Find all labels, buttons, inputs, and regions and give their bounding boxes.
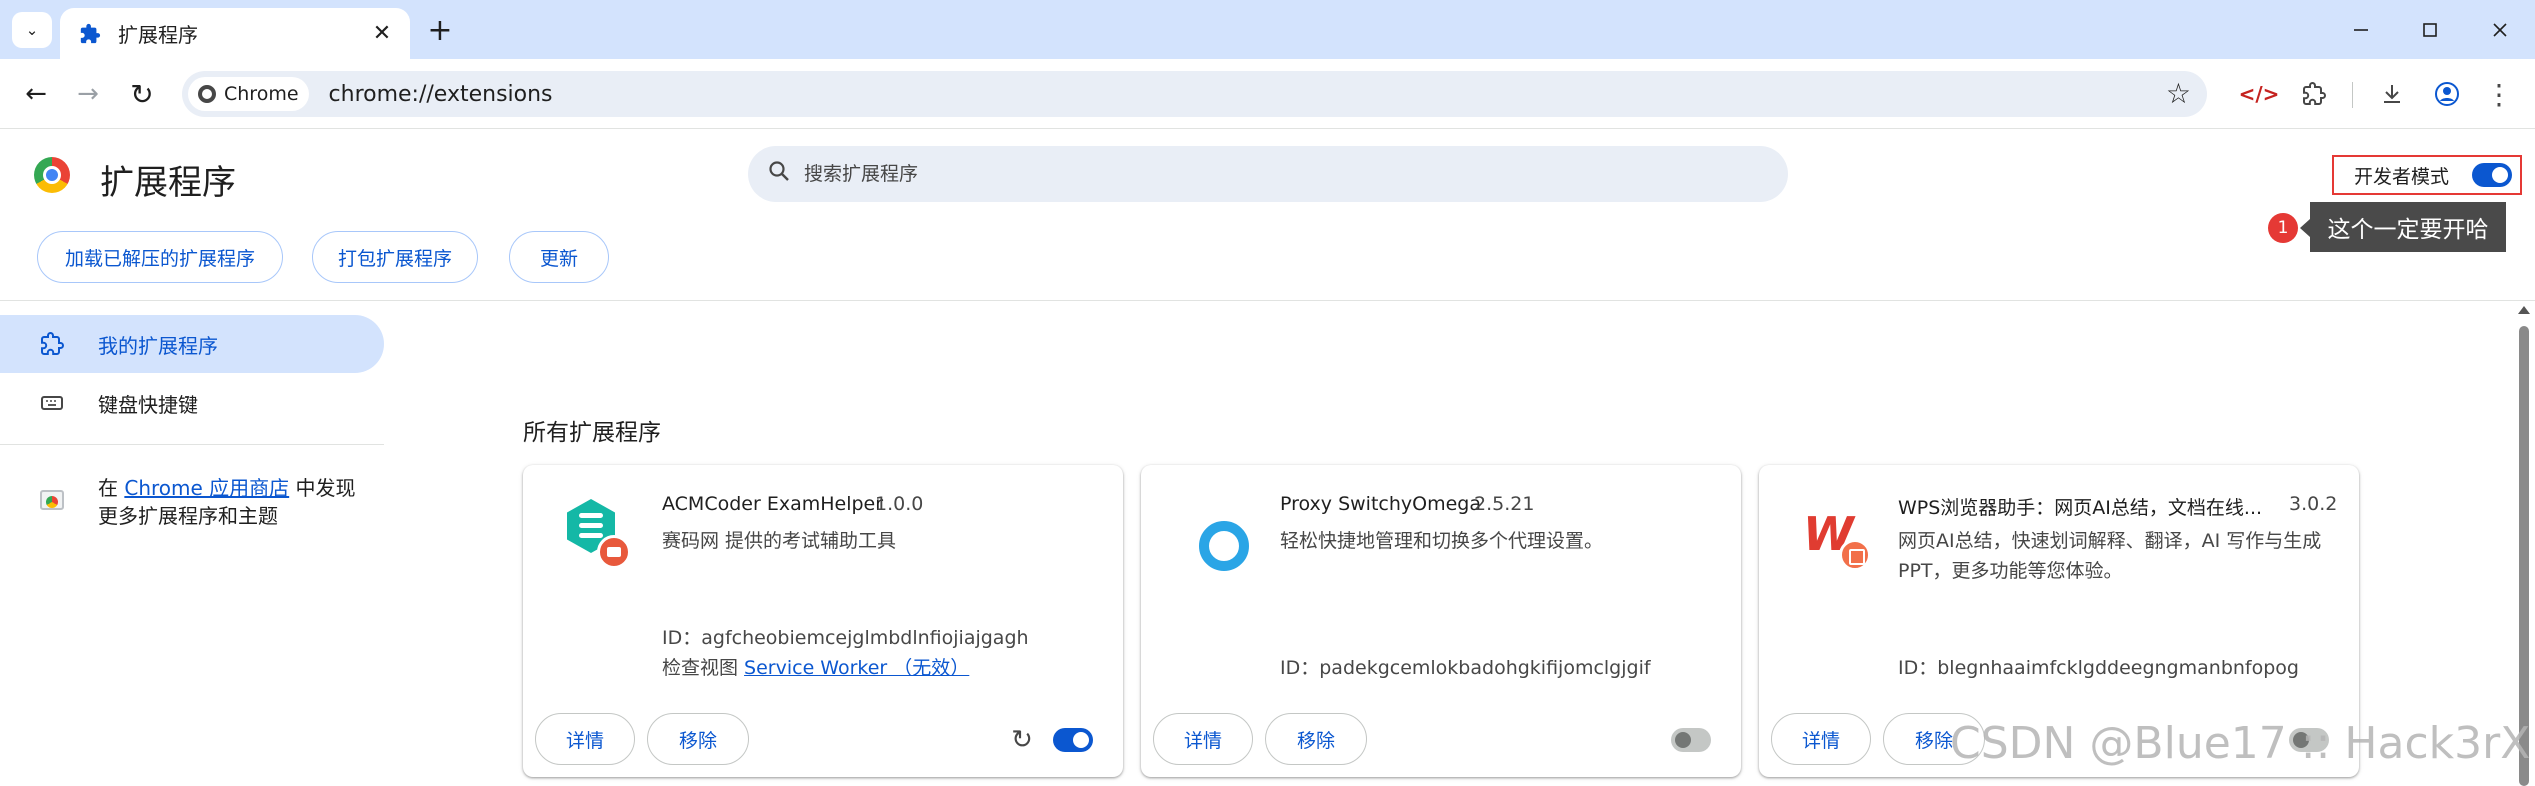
sidebar-item-my-extensions[interactable]: 我的扩展程序 [0, 315, 384, 373]
menu-icon[interactable]: ⋮ [2480, 75, 2518, 113]
developer-mode-label: 开发者模式 [2354, 165, 2450, 188]
inspect-views: 检查视图 Service Worker （无效） [662, 653, 969, 680]
url-text[interactable]: chrome://extensions [329, 82, 553, 107]
site-info-chip[interactable]: Chrome [188, 77, 309, 111]
toolbar-divider [2352, 82, 2353, 108]
window-close-button[interactable] [2475, 12, 2525, 48]
annotation-number-badge: 1 [2268, 213, 2298, 243]
sidebar-item-label: 键盘快捷键 [98, 392, 198, 417]
extension-id: ID：blegnhaaimfcklgddeegngmanbnfopog [1898, 657, 2299, 679]
tab-title: 扩展程序 [118, 23, 198, 47]
extension-version: 1.0.0 [875, 493, 924, 515]
bookmark-star-icon[interactable]: ☆ [2166, 77, 2191, 110]
extension-version: 3.0.2 [2289, 493, 2338, 515]
page-scrollbar[interactable] [2514, 302, 2535, 786]
keyboard-icon [38, 389, 66, 417]
extension-enable-toggle[interactable] [1053, 728, 1093, 752]
profile-icon[interactable] [2428, 75, 2466, 113]
reload-button[interactable]: ↻ [124, 76, 160, 112]
store-prefix: 在 [98, 476, 125, 500]
page-header: 扩展程序 开发者模式 1 这个一定要开哈 加载已解压的扩展程序 打包扩展程序 更… [0, 129, 2535, 301]
download-icon[interactable] [2373, 75, 2411, 113]
extension-icon [38, 330, 66, 358]
extension-version: 2.5.21 [1474, 493, 1535, 515]
update-button[interactable]: 更新 [509, 231, 609, 283]
scroll-thumb[interactable] [2519, 326, 2529, 786]
switchyomega-icon [1177, 499, 1249, 571]
devtools-icon[interactable]: </> [2239, 75, 2280, 113]
toggle-knob [1073, 732, 1089, 748]
new-tab-button[interactable]: + [422, 12, 458, 48]
forward-button[interactable]: → [70, 76, 106, 112]
annotation-tooltip: 这个一定要开哈 [2310, 202, 2506, 252]
wps-icon: W [1795, 499, 1871, 571]
sidebar-divider [0, 444, 384, 445]
toggle-knob [2492, 167, 2508, 183]
extension-card: Proxy SwitchyOmega 2.5.21 轻松快捷地管理和切换多个代理… [1141, 465, 1741, 777]
tab-extensions[interactable]: 扩展程序 ✕ [60, 8, 410, 59]
extension-card: W WPS浏览器助手：网页AI总结，文档在线... 3.0.2 网页AI总结，快… [1759, 465, 2359, 777]
developer-mode-control: 开发者模式 [2332, 155, 2522, 195]
extension-description: 网页AI总结，快速划词解释、翻译，AI 写作与生成PPT，更多功能等您体验。 [1898, 530, 2322, 582]
browser-toolbar: ← → ↻ Chrome chrome://extensions ☆ </> ⋮ [0, 59, 2535, 129]
maximize-button[interactable] [2405, 12, 2455, 48]
inspect-label: 检查视图 [662, 657, 745, 679]
extensions-icon[interactable] [2295, 75, 2333, 113]
puzzle-icon [78, 22, 102, 46]
web-store-link[interactable]: Chrome 应用商店 [124, 476, 289, 500]
close-icon[interactable]: ✕ [368, 20, 396, 48]
extension-card: ACMCoder ExamHelper 1.0.0 赛码网 提供的考试辅助工具 … [523, 465, 1123, 777]
search-box[interactable] [748, 146, 1788, 202]
sidebar: 我的扩展程序 键盘快捷键 在 Chrome 应用商店 中发现更多扩展程序和主题 [0, 302, 390, 786]
tab-strip: ⌄ 扩展程序 ✕ + [0, 0, 2535, 59]
extension-id: ID：padekgcemlokbadohgkifijomclgjgif [1280, 657, 1651, 679]
details-button[interactable]: 详情 [1771, 713, 1871, 765]
site-chip-label: Chrome [224, 83, 299, 105]
back-button[interactable]: ← [18, 76, 54, 112]
web-store-promo: 在 Chrome 应用商店 中发现更多扩展程序和主题 [98, 474, 358, 530]
extension-description: 轻松快捷地管理和切换多个代理设置。 [1280, 530, 1604, 552]
extension-description: 赛码网 提供的考试辅助工具 [662, 530, 897, 552]
reload-icon[interactable]: ↻ [1007, 725, 1037, 755]
minimize-button[interactable] [2336, 12, 2386, 48]
extension-name: ACMCoder ExamHelper [662, 493, 884, 515]
details-button[interactable]: 详情 [535, 713, 635, 765]
service-worker-link[interactable]: Service Worker （无效） [744, 657, 969, 679]
toggle-knob [1675, 732, 1691, 748]
search-icon [768, 160, 790, 188]
chrome-logo-icon [34, 157, 70, 193]
extension-id: ID：agfcheobiemcejglmbdlnfiojiajgagh [662, 627, 1029, 649]
address-bar[interactable]: Chrome chrome://extensions ☆ [182, 71, 2207, 117]
remove-button[interactable]: 移除 [1265, 713, 1367, 765]
extension-enable-toggle[interactable] [1671, 728, 1711, 752]
tab-search-button[interactable]: ⌄ [12, 12, 52, 48]
section-title: 所有扩展程序 [523, 420, 661, 446]
developer-mode-toggle[interactable] [2472, 163, 2512, 187]
page-title: 扩展程序 [100, 163, 236, 203]
remove-button[interactable]: 移除 [1883, 713, 1985, 765]
sidebar-item-keyboard-shortcuts[interactable]: 键盘快捷键 [0, 374, 384, 432]
extension-name: Proxy SwitchyOmega [1280, 493, 1482, 515]
remove-button[interactable]: 移除 [647, 713, 749, 765]
pack-extension-button[interactable]: 打包扩展程序 [312, 231, 478, 283]
extension-enable-toggle[interactable] [2289, 728, 2329, 752]
chevron-down-icon: ⌄ [25, 21, 39, 39]
scroll-up-arrow-icon[interactable] [2518, 306, 2530, 314]
sidebar-item-label: 我的扩展程序 [98, 333, 218, 358]
load-unpacked-button[interactable]: 加载已解压的扩展程序 [37, 231, 283, 283]
annotation-arrow [2300, 219, 2310, 237]
extension-name: WPS浏览器助手：网页AI总结，文档在线... [1898, 497, 2263, 519]
details-button[interactable]: 详情 [1153, 713, 1253, 765]
toggle-knob [2293, 732, 2309, 748]
chrome-icon [198, 85, 216, 103]
search-input[interactable] [804, 163, 1704, 185]
web-store-icon [38, 484, 66, 512]
acmcoder-icon [559, 499, 631, 571]
